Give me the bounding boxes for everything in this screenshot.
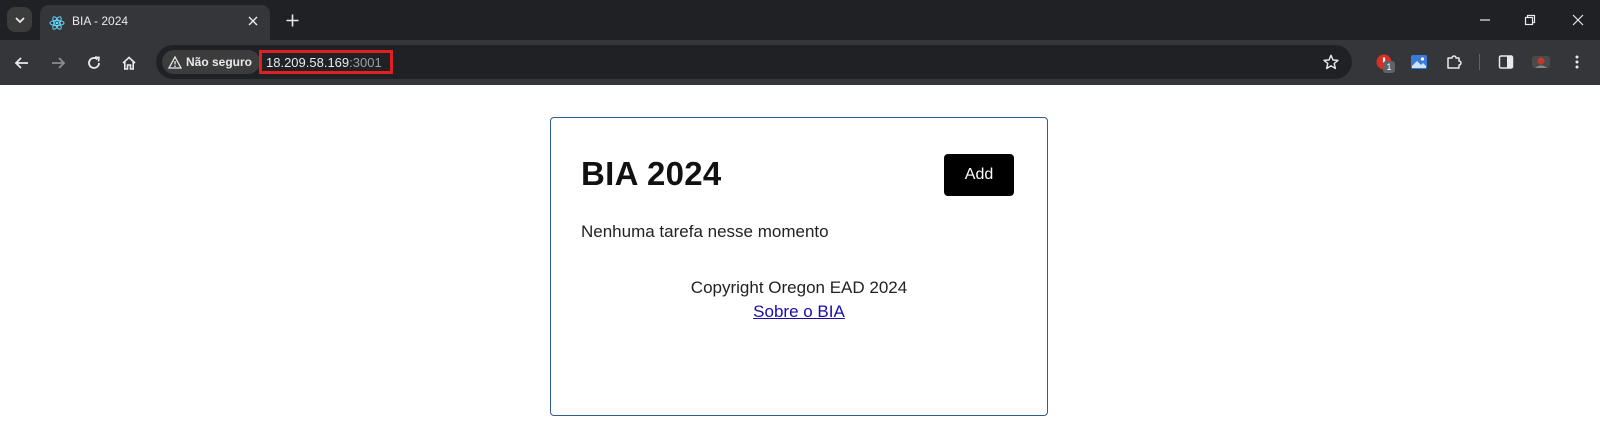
copyright-text: Copyright Oregon EAD 2024 <box>690 278 908 297</box>
security-label: Não seguro <box>186 55 253 69</box>
bookmark-button[interactable] <box>1321 52 1341 72</box>
url-highlight[interactable]: 18.209.58.169:3001 <box>259 50 393 74</box>
browser-menu-button[interactable] <box>1566 51 1588 73</box>
restore-button[interactable] <box>1520 10 1540 30</box>
forward-button[interactable] <box>46 51 70 75</box>
tab-title: BIA - 2024 <box>72 14 129 28</box>
reload-button[interactable] <box>82 51 106 75</box>
security-chip[interactable]: Não seguro <box>162 50 261 74</box>
extension-image-button[interactable] <box>1408 51 1430 73</box>
toolbar-separator <box>1479 54 1480 70</box>
empty-tasks-message: Nenhuma tarefa nesse momento <box>581 222 829 241</box>
add-button[interactable]: Add <box>944 154 1014 196</box>
close-icon <box>248 16 258 26</box>
puzzle-icon <box>1447 55 1462 69</box>
side-panel-button[interactable] <box>1495 51 1517 73</box>
task-card: BIA 2024 Add Nenhuma tarefa nesse moment… <box>550 117 1048 416</box>
address-bar[interactable]: Não seguro 18.209.58.169:3001 <box>156 45 1352 79</box>
home-icon <box>122 56 136 70</box>
minimize-icon <box>1480 19 1490 21</box>
footer: Copyright Oregon EAD 2024 Sobre o BIA <box>551 276 1047 324</box>
side-panel-icon <box>1498 55 1514 69</box>
minimize-button[interactable] <box>1475 10 1495 30</box>
restore-icon <box>1524 14 1536 26</box>
url-port: :3001 <box>349 54 382 70</box>
extension-red-button[interactable]: 1 <box>1373 51 1395 73</box>
extensions-menu-button[interactable] <box>1443 51 1465 73</box>
more-vertical-icon <box>1575 55 1579 69</box>
extension-image-icon <box>1411 55 1427 69</box>
home-button[interactable] <box>117 51 141 75</box>
back-button[interactable] <box>10 51 34 75</box>
avatar-icon <box>1532 56 1550 68</box>
reload-icon <box>88 56 100 69</box>
tab-search-button[interactable] <box>7 7 32 32</box>
new-tab-button[interactable] <box>282 10 302 30</box>
star-icon <box>1323 54 1339 70</box>
profile-button[interactable] <box>1530 51 1552 73</box>
url-host: 18.209.58.169 <box>266 54 350 70</box>
react-icon <box>49 16 65 30</box>
tab-strip: BIA - 2024 <box>0 0 1600 40</box>
tab-close-button[interactable] <box>244 12 262 30</box>
page-title: BIA 2024 <box>581 155 722 192</box>
warning-icon <box>168 55 182 69</box>
close-window-button[interactable] <box>1568 10 1588 30</box>
browser-toolbar: Não seguro 18.209.58.169:3001 1 <box>0 40 1600 85</box>
chevron-down-icon <box>14 16 25 23</box>
close-icon <box>1572 14 1584 26</box>
arrow-right-icon <box>52 57 66 69</box>
about-link[interactable]: Sobre o BIA <box>753 302 845 321</box>
arrow-left-icon <box>14 57 28 69</box>
active-tab[interactable]: BIA - 2024 <box>40 5 270 40</box>
plus-icon <box>286 14 298 26</box>
extension-badge: 1 <box>1383 61 1395 73</box>
